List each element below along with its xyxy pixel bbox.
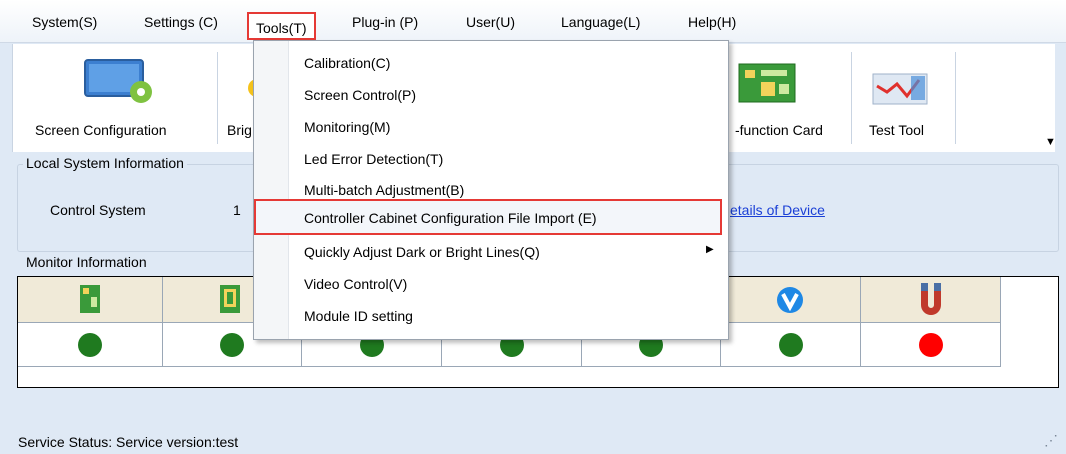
status-dot	[220, 332, 244, 357]
menu-plugin[interactable]: Plug-in (P)	[346, 10, 424, 34]
multifunction-card-button[interactable]: -function Card	[713, 44, 849, 152]
control-system-label: Control System	[50, 202, 146, 218]
receiver-card-icon	[220, 285, 240, 313]
tools-dropdown-menu: Calibration(C) Screen Control(P) Monitor…	[253, 40, 729, 340]
toolbar-separator	[217, 52, 218, 144]
monitor-status-cell	[721, 323, 861, 367]
service-status-text: Service Status: Service version:test	[18, 434, 239, 450]
monitor-header-cell	[18, 277, 163, 323]
monitor-status-cell	[861, 323, 1001, 367]
resize-grip-icon[interactable]: ⋰	[1044, 432, 1058, 449]
details-of-device-link[interactable]: etails of Device	[730, 202, 825, 218]
test-tool-icon	[872, 73, 928, 105]
magnet-icon	[921, 283, 941, 315]
multifunction-card-icon	[738, 63, 796, 103]
toolbar-separator	[851, 52, 852, 144]
screen-configuration-button[interactable]: Screen Configuration	[23, 44, 213, 152]
card-icon	[80, 285, 100, 313]
status-dot	[78, 332, 102, 357]
monitor-status-cell	[18, 323, 163, 367]
menu-item-adjust-lines[interactable]: Quickly Adjust Dark or Bright Lines(Q)	[304, 237, 540, 267]
control-system-value: 1	[233, 202, 241, 218]
v-logo-icon	[777, 287, 803, 313]
local-system-title: Local System Information	[23, 155, 187, 171]
menu-bar: System(S) Settings (C) Tools(T) Plug-in …	[0, 0, 1066, 43]
toolbar-label: Test Tool	[869, 122, 924, 138]
screen-config-icon	[84, 59, 152, 103]
menu-item-video-control[interactable]: Video Control(V)	[304, 269, 407, 299]
menu-settings[interactable]: Settings (C)	[138, 10, 224, 34]
toolbar-overflow-icon[interactable]: ▼	[1045, 136, 1056, 148]
menu-item-module-id-setting[interactable]: Module ID setting	[304, 301, 413, 331]
menu-language[interactable]: Language(L)	[555, 10, 646, 34]
status-dot	[918, 332, 943, 357]
toolbar-label: Screen Configuration	[35, 122, 167, 138]
menu-tools[interactable]: Tools(T)	[247, 12, 316, 40]
menu-item-cabinet-config-import[interactable]: Controller Cabinet Configuration File Im…	[304, 203, 597, 233]
menu-help[interactable]: Help(H)	[682, 10, 742, 34]
menu-user[interactable]: User(U)	[460, 10, 521, 34]
menu-system[interactable]: System(S)	[26, 10, 103, 34]
menu-icon-column	[254, 41, 289, 339]
menu-item-screen-control[interactable]: Screen Control(P)	[304, 80, 416, 110]
menu-item-monitoring[interactable]: Monitoring(M)	[304, 112, 390, 142]
test-tool-button[interactable]: Test Tool	[855, 44, 955, 152]
toolbar-label: Brig	[227, 122, 252, 138]
monitor-header-cell	[721, 277, 861, 323]
submenu-arrow-icon: ▶	[706, 244, 714, 255]
menu-item-led-error-detection[interactable]: Led Error Detection(T)	[304, 144, 443, 174]
status-dot	[778, 332, 803, 357]
monitor-header-cell	[861, 277, 1001, 323]
toolbar-separator	[955, 52, 956, 144]
monitor-title: Monitor Information	[23, 254, 150, 270]
menu-item-calibration[interactable]: Calibration(C)	[304, 48, 390, 78]
menu-item-multi-batch-adjustment[interactable]: Multi-batch Adjustment(B)	[304, 175, 464, 205]
toolbar-label: -function Card	[735, 122, 823, 138]
